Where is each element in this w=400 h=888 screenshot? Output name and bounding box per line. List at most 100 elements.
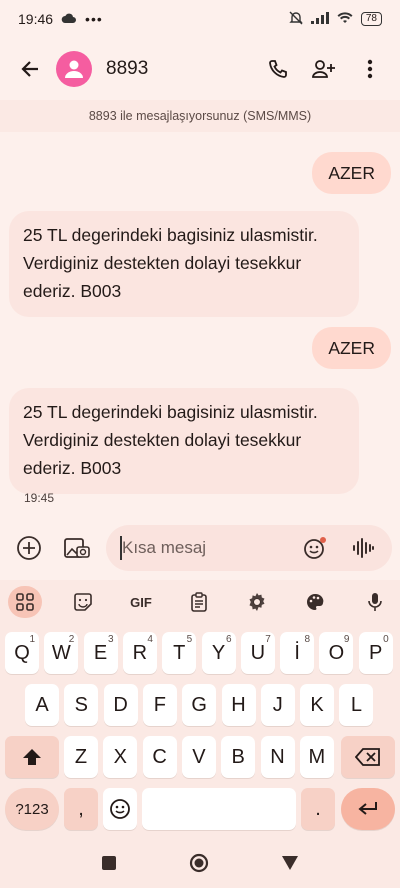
key-i̇[interactable]: İ8	[280, 632, 315, 674]
key-g[interactable]: G	[182, 684, 217, 726]
key-b[interactable]: B	[221, 736, 256, 778]
signal-icon	[310, 11, 329, 27]
gallery-icon[interactable]	[62, 533, 92, 563]
outgoing-message[interactable]: AZER	[312, 327, 391, 369]
recents-square-icon[interactable]	[101, 855, 117, 876]
key-y[interactable]: Y6	[201, 632, 236, 674]
key-u[interactable]: U7	[240, 632, 275, 674]
conversation-header: 8893	[0, 38, 400, 100]
cloud-icon	[61, 11, 77, 27]
key-s[interactable]: S	[64, 684, 99, 726]
shift-key[interactable]	[5, 736, 59, 778]
emoji-icon	[110, 799, 130, 819]
sms-info-banner: 8893 ile mesajlaşıyorsunuz (SMS/MMS)	[0, 100, 400, 132]
message-line: ederiz. B003	[23, 458, 122, 478]
message-timestamp: 19:45	[24, 491, 55, 505]
emoji-key[interactable]	[103, 788, 137, 830]
sticker-icon[interactable]	[66, 586, 100, 618]
key-c[interactable]: C	[142, 736, 177, 778]
gif-button[interactable]: GIF	[124, 586, 158, 618]
key-number-hint: 1	[29, 634, 35, 645]
voice-message-icon[interactable]	[348, 533, 378, 563]
key-e[interactable]: E3	[83, 632, 118, 674]
key-number-hint: 5	[186, 634, 193, 645]
enter-arrow-icon	[358, 802, 377, 815]
comma-key[interactable]: ,	[64, 788, 98, 830]
key-number-hint: 9	[343, 634, 350, 645]
key-number-hint: 6	[225, 634, 232, 645]
key-label: Q	[14, 641, 30, 664]
key-label: İ	[294, 641, 300, 664]
key-p[interactable]: P0	[358, 632, 393, 674]
key-x[interactable]: X	[103, 736, 138, 778]
incoming-message[interactable]: 25 TL degerindeki bagisiniz ulasmistir. …	[9, 211, 359, 317]
key-number-hint: 4	[147, 634, 153, 645]
back-arrow-icon[interactable]	[12, 51, 48, 87]
key-number-hint: 8	[304, 634, 311, 645]
key-label: O	[328, 641, 345, 664]
settings-gear-icon[interactable]	[240, 586, 274, 618]
shift-arrow-icon	[23, 749, 41, 765]
key-label: E	[93, 641, 108, 664]
composer: Kısa mesaj	[0, 522, 400, 576]
key-label: R	[132, 641, 148, 664]
status-time: 19:46	[18, 11, 54, 27]
key-l[interactable]: L	[339, 684, 374, 726]
battery-indicator: 78	[360, 12, 382, 26]
key-h[interactable]: H	[221, 684, 256, 726]
key-number-hint: 3	[108, 634, 114, 645]
message-line: Verdiginiz destekten dolayi tesekkur	[23, 253, 302, 273]
incoming-message[interactable]: 25 TL degerindeki bagisiniz ulasmistir. …	[9, 388, 359, 494]
key-label: Y	[211, 641, 226, 664]
apps-grid-icon[interactable]	[8, 586, 42, 618]
home-circle-icon[interactable]	[189, 853, 209, 878]
add-attachment-icon[interactable]	[14, 533, 44, 563]
back-triangle-icon[interactable]	[281, 855, 299, 876]
theme-palette-icon[interactable]	[298, 586, 332, 618]
backspace-icon	[355, 748, 380, 766]
silent-icon	[289, 11, 303, 28]
key-z[interactable]: Z	[64, 736, 98, 778]
microphone-icon[interactable]	[358, 586, 392, 618]
backspace-key[interactable]	[341, 736, 395, 778]
key-number-hint: 2	[68, 634, 75, 645]
emoji-icon[interactable]	[300, 533, 330, 563]
key-label: P	[369, 641, 383, 664]
key-w[interactable]: W2	[44, 632, 79, 674]
message-input[interactable]: Kısa mesaj	[106, 525, 392, 571]
key-o[interactable]: O9	[319, 632, 354, 674]
message-line: 25 TL degerindeki bagisiniz ulasmistir.	[23, 225, 318, 245]
message-text: AZER	[328, 338, 375, 358]
message-text: AZER	[328, 163, 375, 183]
more-options-icon[interactable]	[352, 51, 388, 87]
enter-key[interactable]	[341, 788, 395, 830]
avatar[interactable]	[56, 51, 92, 87]
symbols-key[interactable]: ?123	[5, 788, 59, 830]
key-j[interactable]: J	[260, 684, 295, 726]
key-number-hint: 0	[383, 634, 389, 645]
phone-icon[interactable]	[260, 51, 296, 87]
key-r[interactable]: R4	[122, 632, 157, 674]
space-bar[interactable]	[142, 788, 296, 830]
contact-name[interactable]: 8893	[106, 58, 260, 80]
key-a[interactable]: A	[25, 684, 59, 726]
key-m[interactable]: M	[299, 736, 334, 778]
clipboard-icon[interactable]	[182, 586, 216, 618]
key-label: U	[250, 641, 266, 664]
outgoing-message[interactable]: AZER	[312, 152, 391, 194]
person-icon	[65, 60, 83, 78]
key-f[interactable]: F	[142, 684, 177, 726]
key-t[interactable]: T5	[162, 632, 197, 674]
add-person-icon[interactable]	[306, 51, 342, 87]
key-label: T	[173, 641, 186, 664]
message-input-placeholder: Kısa mesaj	[122, 538, 207, 557]
more-notifications-icon: •••	[85, 11, 103, 27]
key-v[interactable]: V	[181, 736, 216, 778]
keyboard-toolbar: GIF	[0, 580, 400, 624]
key-k[interactable]: K	[300, 684, 335, 726]
key-q[interactable]: Q1	[5, 632, 39, 674]
key-d[interactable]: D	[103, 684, 138, 726]
key-n[interactable]: N	[260, 736, 295, 778]
period-key[interactable]: .	[301, 788, 335, 830]
message-line: Verdiginiz destekten dolayi tesekkur	[23, 430, 302, 450]
